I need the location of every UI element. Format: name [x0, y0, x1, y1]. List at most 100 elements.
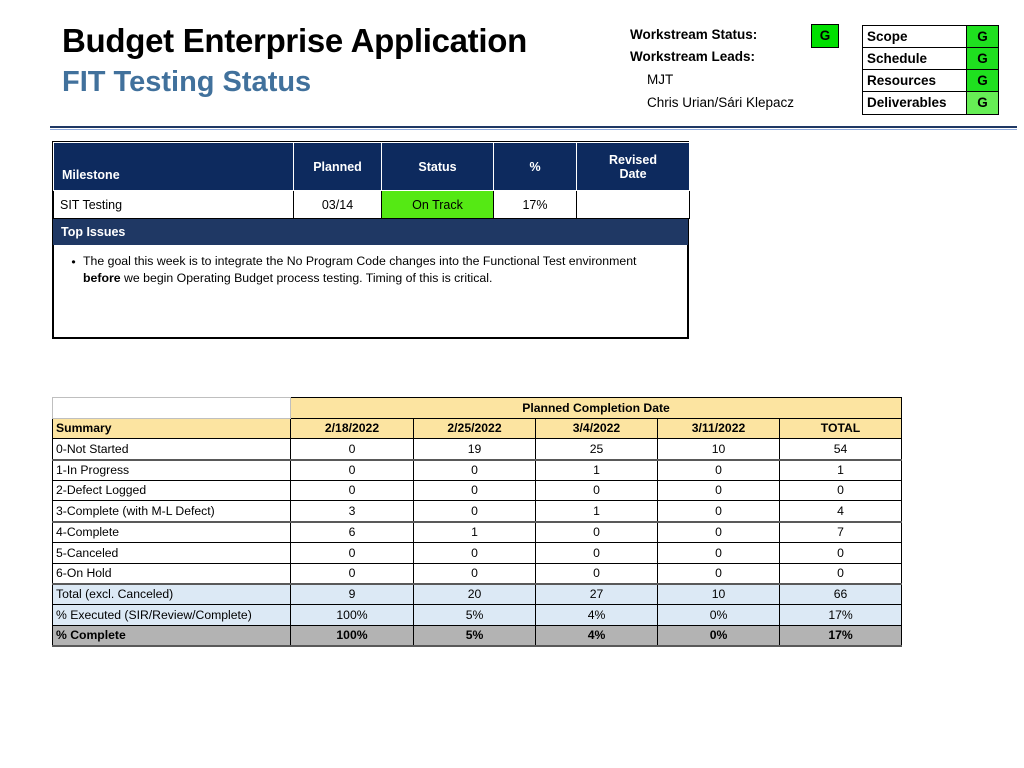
cell-value: 1 — [413, 521, 536, 543]
cell-milestone: SIT Testing — [53, 190, 294, 219]
top-issues-body: • The goal this week is to integrate the… — [53, 245, 688, 338]
cell-value: 5% — [413, 603, 536, 626]
col-header-total: TOTAL — [778, 417, 903, 440]
cell-value: 4 — [778, 500, 903, 523]
cell-value: 4% — [535, 603, 658, 626]
cell-value: 17% — [778, 603, 903, 626]
cell-value: 1 — [535, 459, 658, 481]
col-header-milestone: Milestone — [53, 142, 294, 191]
cell-value: 0 — [413, 500, 536, 523]
row-label: % Complete — [52, 624, 291, 647]
cell-value: 0 — [535, 541, 658, 564]
rag-label: Scope — [867, 28, 908, 44]
table-row: % Executed (SIR/Review/Complete) 100% 5% 4%… — [52, 603, 903, 626]
cell-percent: 17% — [493, 190, 577, 219]
cell-value: 0 — [778, 562, 903, 585]
issue-text-a: The goal this week is to integrate the N… — [83, 254, 637, 268]
issue-text: The goal this week is to integrate the N… — [83, 253, 677, 288]
rag-row-deliverables: Deliverables G — [863, 92, 998, 114]
rag-status-badge: G — [966, 26, 998, 47]
summary-column-header-row: Summary 2/18/2022 2/25/2022 3/4/2022 3/11/20… — [52, 417, 903, 440]
cell-value: 0 — [657, 541, 780, 564]
cell-value: 19 — [413, 438, 536, 461]
col-header-status: Status — [381, 142, 494, 191]
milestone-grid: Milestone Planned Status % Revised Date … — [53, 142, 690, 219]
row-label: 2-Defect Logged — [52, 479, 291, 502]
row-label: 3-Complete (with M-L Defect) — [52, 500, 291, 523]
summary-group-header-row: Planned Completion Date — [52, 397, 903, 419]
cell-value: 6 — [290, 521, 414, 543]
col-header-revised-date: Revised Date — [576, 142, 690, 191]
cell-value: 20 — [413, 583, 536, 605]
col-header-date-3: 3/11/2022 — [657, 417, 780, 440]
cell-value: 66 — [778, 583, 903, 605]
cell-value: 0 — [535, 479, 658, 502]
cell-value: 3 — [290, 500, 414, 523]
row-label: 5-Canceled — [52, 541, 291, 564]
cell-value: 0 — [657, 459, 780, 481]
table-row: 6-On Hold 0 0 0 0 0 — [52, 562, 903, 585]
cell-revised-date — [576, 190, 690, 219]
table-row: 5-Canceled 0 0 0 0 0 — [52, 541, 903, 564]
cell-value: 0 — [290, 479, 414, 502]
row-label: 6-On Hold — [52, 562, 291, 585]
table-row: Total (excl. Canceled) 9 20 27 10 66 — [52, 583, 903, 605]
cell-value: 17% — [778, 624, 903, 647]
rag-status-badge: G — [966, 48, 998, 69]
summary-table: Planned Completion Date Summary 2/18/2022 2… — [52, 397, 903, 647]
cell-value: 25 — [535, 438, 658, 461]
col-header-date-2: 3/4/2022 — [535, 417, 658, 440]
table-row: 2-Defect Logged 0 0 0 0 0 — [52, 479, 903, 502]
summary-corner-cell — [52, 397, 291, 419]
rag-label: Deliverables — [867, 95, 947, 111]
milestone-header-row: Milestone Planned Status % Revised Date — [53, 142, 690, 191]
workstream-leads-label: Workstream Leads: — [630, 49, 756, 64]
cell-planned: 03/14 — [293, 190, 382, 219]
workstream-status-badge: G — [811, 24, 839, 48]
cell-value: 0% — [657, 603, 780, 626]
cell-value: 0 — [778, 541, 903, 564]
row-label: Total (excl. Canceled) — [52, 583, 291, 605]
rag-row-schedule: Schedule G — [863, 48, 998, 70]
cell-value: 0 — [657, 521, 780, 543]
row-label: 4-Complete — [52, 521, 291, 543]
status-badge: On Track — [381, 190, 494, 219]
summary-group-header: Planned Completion Date — [289, 397, 903, 419]
bullet-icon: • — [71, 255, 76, 269]
cell-value: 4% — [535, 624, 658, 647]
top-issues-header: Top Issues — [53, 219, 688, 245]
cell-value: 0 — [413, 459, 536, 481]
cell-value: 9 — [290, 583, 414, 605]
cell-value: 0 — [413, 479, 536, 502]
table-row: 4-Complete 6 1 0 0 7 — [52, 521, 903, 543]
cell-value: 0 — [778, 479, 903, 502]
cell-value: 0 — [290, 541, 414, 564]
workstream-lead-2: Chris Urian/Sári Klepacz — [647, 95, 795, 110]
col-header-revised-line2: Date — [619, 166, 647, 181]
cell-value: 100% — [290, 603, 414, 626]
page-title: Budget Enterprise Application — [62, 22, 527, 59]
table-row: 0-Not Started 0 19 25 10 54 — [52, 438, 903, 461]
rag-label: Schedule — [867, 50, 928, 66]
cell-value: 100% — [290, 624, 414, 647]
cell-value: 0 — [290, 438, 414, 461]
col-header-date-0: 2/18/2022 — [290, 417, 414, 440]
rag-status-badge: G — [966, 92, 998, 114]
rag-status-box: Scope G Schedule G Resources G Deliverables G — [862, 25, 999, 115]
issue-text-b: we begin Operating Budget process testin… — [120, 271, 493, 286]
cell-value: 0 — [535, 521, 658, 543]
row-label: 1-In Progress — [52, 459, 291, 481]
cell-value: 0 — [657, 500, 780, 523]
rag-status-badge: G — [966, 70, 998, 91]
cell-value: 54 — [778, 438, 903, 461]
cell-value: 10 — [657, 583, 780, 605]
rag-row-scope: Scope G — [863, 26, 998, 48]
cell-value: 0 — [290, 459, 414, 481]
rag-label: Resources — [867, 72, 937, 88]
title-block: Budget Enterprise Application FIT Testin… — [62, 22, 622, 100]
col-header-percent: % — [493, 142, 577, 191]
header-divider — [50, 126, 1017, 130]
table-row: 3-Complete (with M-L Defect) 3 0 1 0 4 — [52, 500, 903, 523]
row-label: 0-Not Started — [52, 438, 291, 461]
table-row: 1-In Progress 0 0 1 0 1 — [52, 459, 903, 481]
